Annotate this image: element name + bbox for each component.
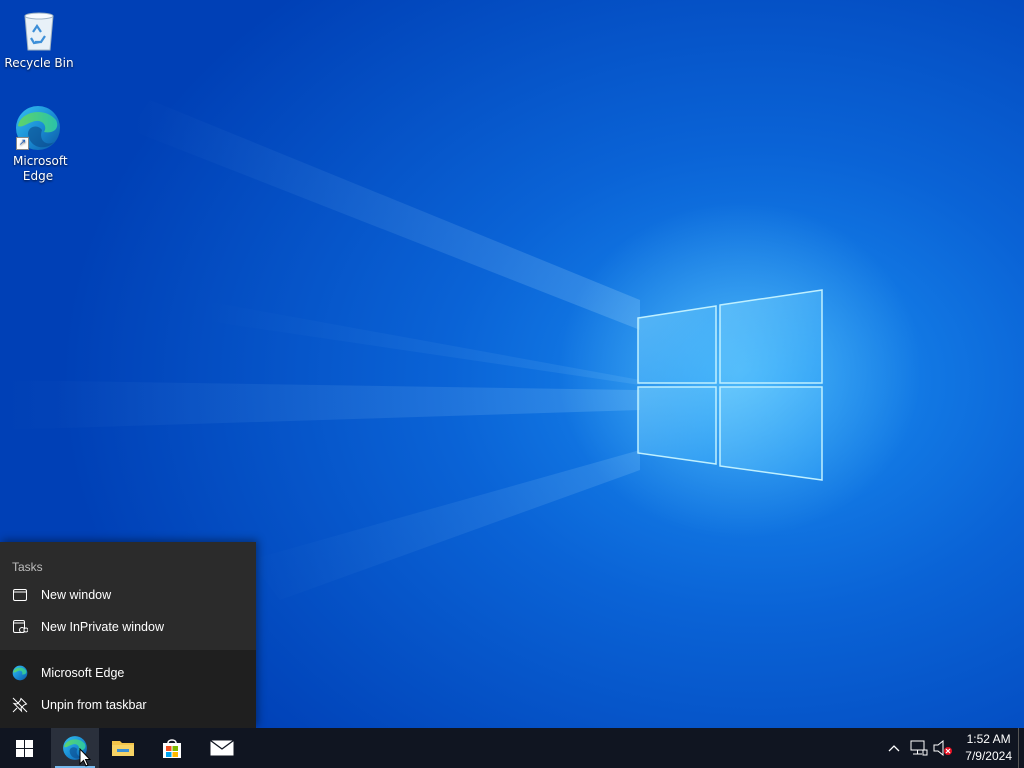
- mail-icon: [210, 740, 234, 756]
- windows-logo-wallpaper: [637, 289, 823, 481]
- edge-icon: ↗: [14, 104, 62, 152]
- taskbar: 1:52 AM 7/9/2024: [0, 728, 1024, 768]
- clock-time: 1:52 AM: [966, 732, 1011, 746]
- volume-button[interactable]: [931, 728, 955, 768]
- taskbar-clock[interactable]: 1:52 AM 7/9/2024: [965, 731, 1012, 765]
- taskbar-mail-button[interactable]: [198, 728, 246, 768]
- new-window-label: New window: [41, 588, 112, 602]
- unpin-icon: [12, 697, 28, 713]
- jump-list-app-section: Microsoft Edge Unpin from taskbar: [0, 650, 256, 728]
- mouse-cursor: [79, 748, 91, 767]
- inprivate-window-icon: [12, 619, 28, 635]
- clock-date: 7/9/2024: [965, 749, 1012, 763]
- microsoft-edge-label: Microsoft Edge: [13, 154, 68, 183]
- desktop-icon-microsoft-edge[interactable]: ↗ Microsoft Edge: [0, 104, 76, 184]
- shortcut-arrow-icon: ↗: [16, 137, 29, 150]
- edge-jump-list: Tasks New window New InPrivate window Mi…: [0, 542, 256, 728]
- network-disconnected-icon: [910, 740, 928, 756]
- jump-list-new-window[interactable]: New window: [0, 579, 256, 611]
- jump-list-new-inprivate-window[interactable]: New InPrivate window: [0, 611, 256, 643]
- chevron-up-icon: [888, 745, 900, 752]
- folder-icon: [112, 741, 134, 756]
- store-icon: [163, 739, 181, 758]
- recycle-bin-icon: [15, 6, 63, 54]
- windows-logo-icon: [15, 739, 33, 757]
- unpin-from-taskbar-label: Unpin from taskbar: [41, 698, 147, 712]
- volume-muted-icon: [933, 740, 952, 756]
- network-status-button[interactable]: [907, 728, 931, 768]
- taskbar-edge-button[interactable]: [51, 728, 99, 768]
- new-inprivate-window-label: New InPrivate window: [41, 620, 164, 634]
- jump-list-unpin-from-taskbar[interactable]: Unpin from taskbar: [0, 689, 256, 721]
- desktop-icon-recycle-bin[interactable]: Recycle Bin: [1, 6, 77, 71]
- start-button[interactable]: [0, 728, 48, 768]
- window-icon: [12, 587, 28, 603]
- show-desktop-button[interactable]: [1018, 728, 1024, 768]
- taskbar-store-button[interactable]: [148, 728, 196, 768]
- taskbar-file-explorer-button[interactable]: [99, 728, 147, 768]
- edge-icon: [12, 665, 28, 681]
- jump-list-microsoft-edge[interactable]: Microsoft Edge: [0, 657, 256, 689]
- recycle-bin-label: Recycle Bin: [4, 56, 74, 70]
- show-hidden-icons-button[interactable]: [884, 728, 904, 768]
- jump-list-heading: Tasks: [12, 560, 43, 574]
- microsoft-edge-app-label: Microsoft Edge: [41, 666, 125, 680]
